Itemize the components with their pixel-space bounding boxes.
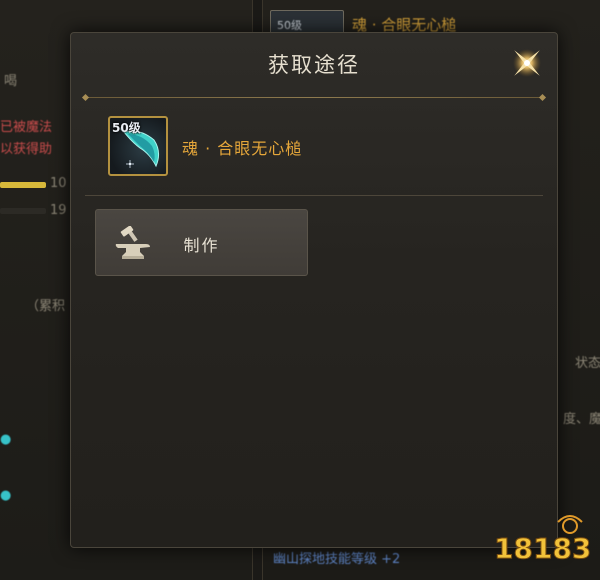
bg-left-text: （累积 xyxy=(26,299,66,314)
site-watermark-logo: 18183 xyxy=(492,512,592,572)
bg-bar xyxy=(0,208,46,214)
bg-right-text: 状态2 xyxy=(575,356,600,371)
acquisition-dialog: 获取途径 50级 魂 · 合眼无心槌 制作 xyxy=(70,32,558,548)
bg-left-dot: ● xyxy=(0,432,12,447)
item-level-badge: 50级 xyxy=(112,121,141,135)
bg-bar xyxy=(0,182,46,188)
craft-source-label: 制作 xyxy=(183,236,220,255)
item-divider xyxy=(85,195,543,196)
bg-right-text: 度、魔 xyxy=(563,412,600,427)
bg-left-text: 10 xyxy=(50,176,67,191)
title-divider xyxy=(81,93,547,102)
close-star-icon xyxy=(513,49,541,77)
bg-left-text: 喝 xyxy=(4,74,18,89)
bg-item-level: 50级 xyxy=(277,19,302,32)
bg-left-text: 已被魔法 xyxy=(0,120,53,135)
item-name: 魂 · 合眼无心槌 xyxy=(182,139,303,158)
bg-left-dot: ● xyxy=(0,488,12,503)
dialog-title: 获取途径 xyxy=(268,53,360,77)
craft-source-button[interactable]: 制作 xyxy=(95,209,308,276)
item-icon-frame[interactable]: 50级 xyxy=(108,116,168,176)
bg-right-text: 幽山探地技能等级 +2 xyxy=(273,552,401,567)
bg-left-text: 19 xyxy=(50,203,67,218)
svg-text:18183: 18183 xyxy=(494,532,591,565)
bg-left-text: 以获得助 xyxy=(0,142,53,157)
close-button[interactable] xyxy=(507,43,547,83)
